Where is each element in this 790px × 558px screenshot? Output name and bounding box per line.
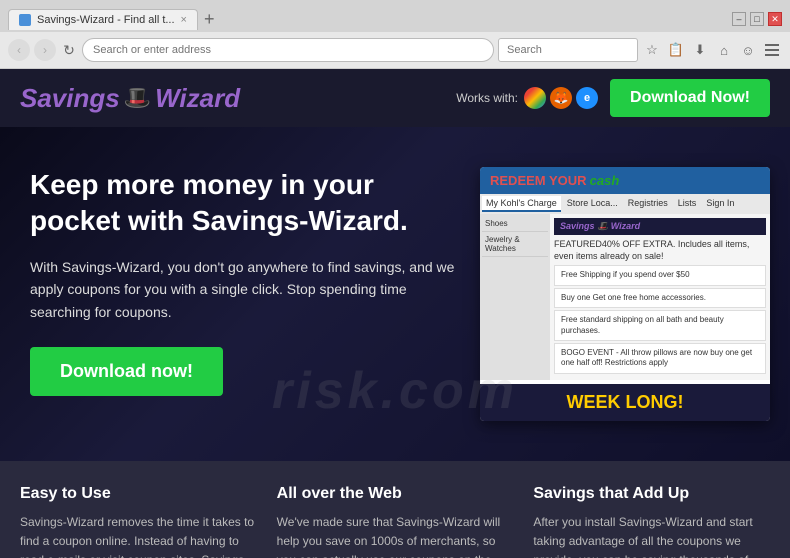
window-controls: – □ ✕ bbox=[732, 12, 782, 26]
firefox-icon: 🦊 bbox=[550, 87, 572, 109]
feature-desc-2: After you install Savings-Wizard and sta… bbox=[533, 513, 770, 558]
star-icon[interactable]: ☆ bbox=[642, 40, 662, 60]
logo-savings-text: Savings bbox=[20, 83, 120, 114]
home-icon[interactable]: ⌂ bbox=[714, 40, 734, 60]
browser-chrome: Savings-Wizard - Find all t... × + – □ ✕… bbox=[0, 0, 790, 69]
nav-icons: ☆ 📋 ⬇ ⌂ ☺ bbox=[642, 40, 782, 60]
menu-button[interactable] bbox=[762, 40, 782, 60]
logo: Savings 🎩 Wizard bbox=[20, 83, 240, 114]
refresh-button[interactable]: ↻ bbox=[60, 41, 78, 59]
reading-icon[interactable]: 📋 bbox=[666, 40, 686, 60]
ie-icon: e bbox=[576, 87, 598, 109]
hero-download-button[interactable]: Download now! bbox=[30, 347, 223, 396]
offer-item-2: Buy one Get one free home accessories. bbox=[554, 288, 766, 308]
title-bar: Savings-Wizard - Find all t... × + – □ ✕ bbox=[0, 0, 790, 32]
forward-button[interactable]: › bbox=[34, 39, 56, 61]
download-icon: ⬇ bbox=[690, 40, 710, 60]
hero-img-header: REDEEM YOUR cash bbox=[480, 167, 770, 194]
feature-easy-to-use: Easy to Use Savings-Wizard removes the t… bbox=[20, 485, 257, 558]
hero-description: With Savings-Wizard, you don't go anywhe… bbox=[30, 256, 460, 323]
feature-title-1: All over the Web bbox=[277, 485, 514, 503]
feature-all-over-web: All over the Web We've made sure that Sa… bbox=[277, 485, 514, 558]
close-button[interactable]: ✕ bbox=[768, 12, 782, 26]
minimize-button[interactable]: – bbox=[732, 12, 746, 26]
address-bar[interactable] bbox=[82, 38, 494, 62]
tab-close-btn[interactable]: × bbox=[181, 14, 187, 26]
hero-text: Keep more money in your pocket with Savi… bbox=[30, 167, 460, 396]
browser-icons: 🦊 e bbox=[524, 87, 598, 109]
hero-title: Keep more money in your pocket with Savi… bbox=[30, 167, 460, 240]
feature-desc-0: Savings-Wizard removes the time it takes… bbox=[20, 513, 257, 558]
week-long-banner: WEEK LONG! bbox=[480, 384, 770, 421]
offer-item-4: BOGO EVENT - All throw pillows are now b… bbox=[554, 343, 766, 374]
logo-wizard-text: Wizard bbox=[155, 83, 240, 114]
feature-desc-1: We've made sure that Savings-Wizard will… bbox=[277, 513, 514, 558]
chrome-icon bbox=[524, 87, 546, 109]
feature-savings-add-up: Savings that Add Up After you install Sa… bbox=[533, 485, 770, 558]
works-with-label: Works with: 🦊 e bbox=[456, 87, 598, 109]
nav-bar: ‹ › ↻ ☆ 📋 ⬇ ⌂ ☺ bbox=[0, 32, 790, 68]
features-section: Easy to Use Savings-Wizard removes the t… bbox=[0, 461, 790, 558]
featured-text: FEATURED40% OFF EXTRA. Includes all item… bbox=[554, 239, 766, 262]
search-bar[interactable] bbox=[498, 38, 638, 62]
cash-text: cash bbox=[590, 173, 620, 188]
logo-icon: 🎩 bbox=[124, 85, 151, 111]
feature-title-0: Easy to Use bbox=[20, 485, 257, 503]
tab-title: Savings-Wizard - Find all t... bbox=[37, 14, 175, 26]
header-right: Works with: 🦊 e Download Now! bbox=[456, 79, 770, 117]
feature-title-2: Savings that Add Up bbox=[533, 485, 770, 503]
maximize-button[interactable]: □ bbox=[750, 12, 764, 26]
offer-item-3: Free standard shipping on all bath and b… bbox=[554, 310, 766, 341]
profile-icon[interactable]: ☺ bbox=[738, 40, 758, 60]
new-tab-button[interactable]: + bbox=[198, 9, 221, 30]
site-header: Savings 🎩 Wizard Works with: 🦊 e Downloa… bbox=[0, 69, 790, 127]
offer-item-1: Free Shipping if you spend over $50 bbox=[554, 265, 766, 285]
savings-logo-small: Savings 🎩 Wizard bbox=[554, 218, 766, 235]
hero-section: Keep more money in your pocket with Savi… bbox=[0, 127, 790, 461]
back-button[interactable]: ‹ bbox=[8, 39, 30, 61]
hero-image: REDEEM YOUR cash My Kohl's Charge Store … bbox=[480, 167, 770, 421]
browser-tab[interactable]: Savings-Wizard - Find all t... × bbox=[8, 9, 198, 30]
redeem-text: REDEEM YOUR bbox=[490, 173, 587, 188]
page-content: Savings 🎩 Wizard Works with: 🦊 e Downloa… bbox=[0, 69, 790, 558]
header-download-button[interactable]: Download Now! bbox=[610, 79, 770, 117]
tab-favicon bbox=[19, 14, 31, 26]
